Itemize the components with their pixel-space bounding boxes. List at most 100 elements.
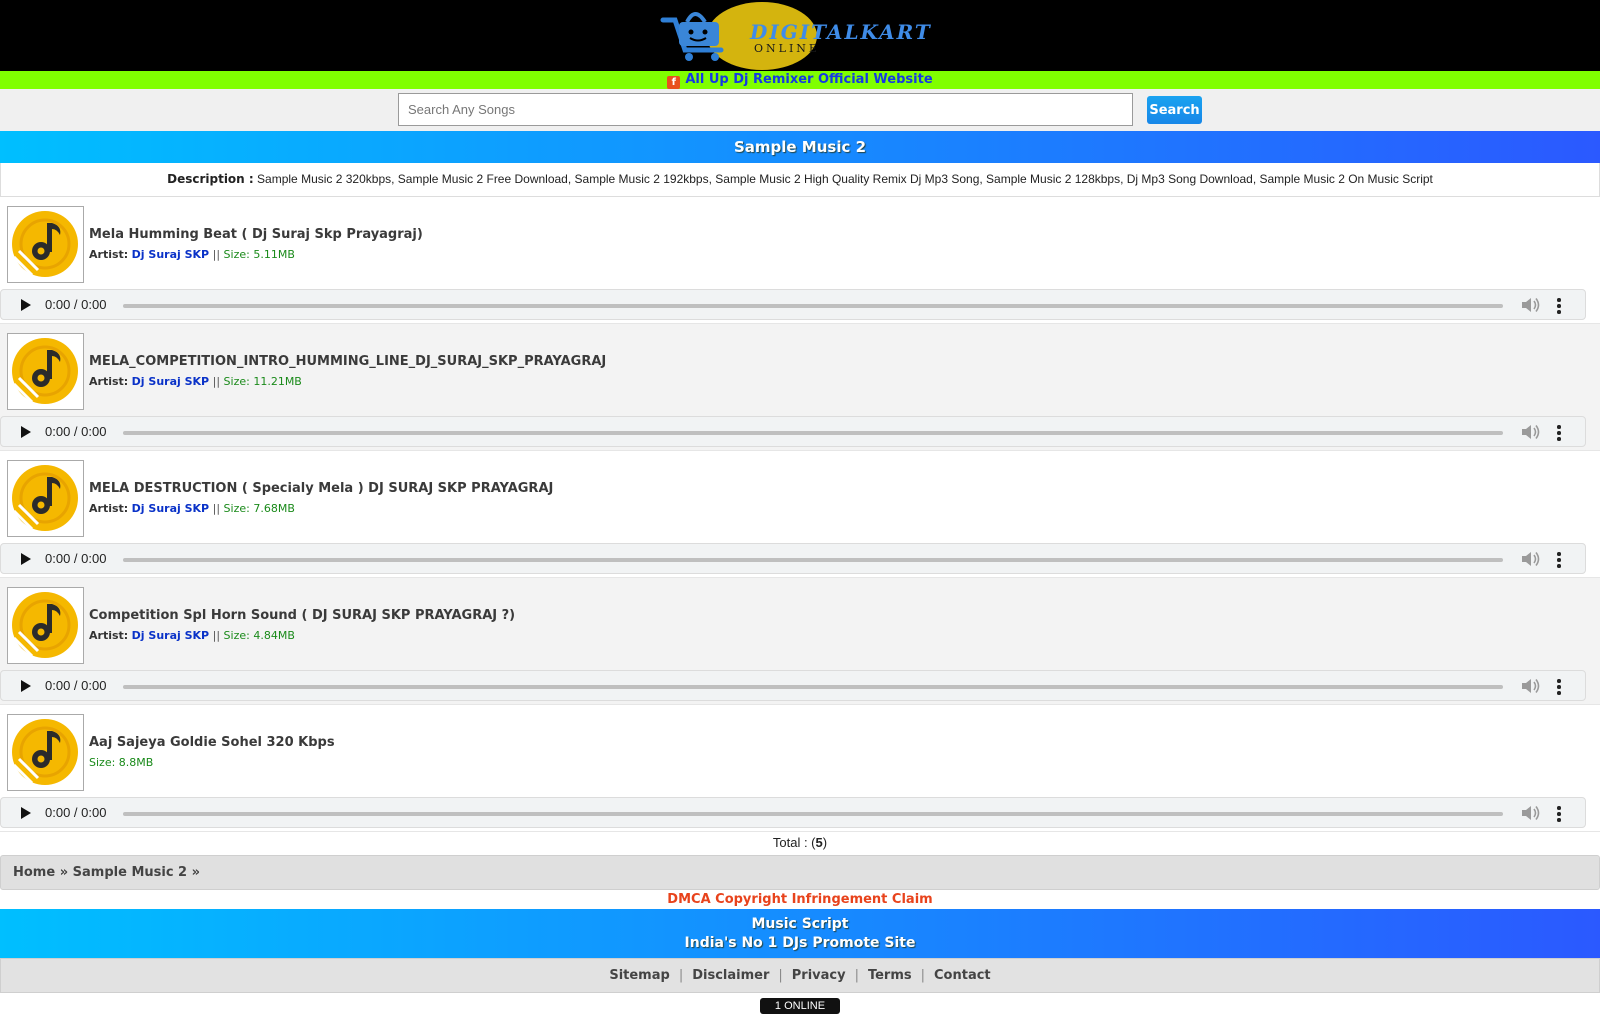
song-title[interactable]: Competition Spl Horn Sound ( DJ SURAJ SK…: [89, 608, 515, 623]
artist-link[interactable]: Dj Suraj SKP: [132, 629, 209, 642]
site-header: DIGITALKART ONLINE: [0, 0, 1600, 71]
volume-icon[interactable]: [1521, 805, 1541, 825]
footer-links: Sitemap | Disclaimer | Privacy | Terms | Contact: [0, 958, 1600, 993]
play-icon[interactable]: [21, 553, 31, 565]
music-note-disc-icon[interactable]: [7, 587, 84, 664]
music-note-disc-icon[interactable]: [7, 460, 84, 537]
player-progress-bar[interactable]: [123, 685, 1503, 689]
online-badge: 1 ONLINE: [759, 998, 841, 1014]
player-time: 0:00 / 0:00: [45, 424, 107, 439]
total-close: ): [822, 835, 828, 850]
music-note-disc-icon[interactable]: [7, 206, 84, 283]
song-item: Mela Humming Beat ( Dj Suraj Skp Prayagr…: [0, 197, 1600, 324]
promo-link[interactable]: All Up Dj Remixer Official Website: [685, 72, 932, 87]
artist-link[interactable]: Dj Suraj SKP: [132, 375, 209, 388]
player-time: 0:00 / 0:00: [45, 805, 107, 820]
site-logo[interactable]: DIGITALKART ONLINE: [657, 2, 947, 70]
file-size: Size: 5.11MB: [223, 248, 295, 261]
meta-separator: ||: [212, 502, 221, 515]
song-title[interactable]: MELA_COMPETITION_INTRO_HUMMING_LINE_DJ_S…: [89, 354, 606, 369]
file-size: Size: 4.84MB: [223, 629, 295, 642]
footer-link-sitemap[interactable]: Sitemap: [609, 968, 669, 983]
footer-brand-title: Music Script: [751, 916, 849, 932]
volume-icon[interactable]: [1521, 424, 1541, 444]
footer-link-disclaimer[interactable]: Disclaimer: [692, 968, 769, 983]
footer-link-contact[interactable]: Contact: [934, 968, 991, 983]
search-bar: Search: [0, 89, 1600, 131]
facebook-icon: f: [667, 76, 681, 89]
audio-player: 0:00 / 0:00: [0, 670, 1586, 701]
more-vert-icon[interactable]: [1557, 298, 1561, 316]
song-title[interactable]: MELA DESTRUCTION ( Specialy Mela ) DJ SU…: [89, 481, 553, 496]
artist-label: Artist:: [89, 629, 129, 642]
more-vert-icon[interactable]: [1557, 679, 1561, 697]
breadcrumb: Home » Sample Music 2 »: [0, 855, 1600, 890]
more-vert-icon[interactable]: [1557, 806, 1561, 824]
volume-icon[interactable]: [1521, 297, 1541, 317]
search-input[interactable]: [398, 93, 1133, 126]
music-note-disc-icon[interactable]: [7, 714, 84, 791]
song-item: Aaj Sajeya Goldie Sohel 320 Kbps Size: 8.…: [0, 705, 1600, 832]
play-icon[interactable]: [21, 426, 31, 438]
audio-player: 0:00 / 0:00: [0, 797, 1586, 828]
file-size: Size: 8.8MB: [89, 756, 154, 769]
audio-player: 0:00 / 0:00: [0, 289, 1586, 320]
song-meta: Size: 8.8MB: [89, 756, 153, 769]
logo-subtext: ONLINE: [754, 42, 820, 55]
total-count: Total : (5): [0, 832, 1600, 855]
meta-separator: ||: [212, 629, 221, 642]
music-note-disc-icon[interactable]: [7, 333, 84, 410]
total-number: 5: [815, 835, 823, 850]
dmca-notice: DMCA Copyright Infringement Claim: [0, 890, 1600, 909]
player-progress-bar[interactable]: [123, 812, 1503, 816]
player-time: 0:00 / 0:00: [45, 551, 107, 566]
promo-bar: f All Up Dj Remixer Official Website: [0, 71, 1600, 89]
song-meta: Artist: Dj Suraj SKP || Size: 5.11MB: [89, 248, 295, 261]
song-item: Competition Spl Horn Sound ( DJ SURAJ SK…: [0, 578, 1600, 705]
file-size: Size: 11.21MB: [223, 375, 302, 388]
player-time: 0:00 / 0:00: [45, 297, 107, 312]
volume-icon[interactable]: [1521, 678, 1541, 698]
artist-link[interactable]: Dj Suraj SKP: [132, 502, 209, 515]
song-list: Mela Humming Beat ( Dj Suraj Skp Prayagr…: [0, 197, 1600, 832]
volume-icon[interactable]: [1521, 551, 1541, 571]
song-meta: Artist: Dj Suraj SKP || Size: 7.68MB: [89, 502, 295, 515]
player-progress-bar[interactable]: [123, 558, 1503, 562]
song-title[interactable]: Mela Humming Beat ( Dj Suraj Skp Prayagr…: [89, 227, 423, 242]
more-vert-icon[interactable]: [1557, 425, 1561, 443]
search-button[interactable]: Search: [1147, 96, 1202, 124]
more-vert-icon[interactable]: [1557, 552, 1561, 570]
play-icon[interactable]: [21, 299, 31, 311]
breadcrumb-separator: »: [191, 865, 201, 880]
breadcrumb-separator: »: [59, 865, 69, 880]
play-icon[interactable]: [21, 680, 31, 692]
dmca-link[interactable]: DMCA Copyright Infringement Claim: [667, 892, 932, 907]
page-title: Sample Music 2: [0, 131, 1600, 163]
footer-link-separator: |: [854, 968, 859, 983]
player-progress-bar[interactable]: [123, 431, 1503, 435]
breadcrumb-home[interactable]: Home: [13, 865, 55, 880]
artist-label: Artist:: [89, 502, 129, 515]
song-title[interactable]: Aaj Sajeya Goldie Sohel 320 Kbps: [89, 735, 335, 750]
song-item: MELA_COMPETITION_INTRO_HUMMING_LINE_DJ_S…: [0, 324, 1600, 451]
footer-link-separator: |: [678, 968, 684, 983]
song-meta: Artist: Dj Suraj SKP || Size: 4.84MB: [89, 629, 295, 642]
player-progress-bar[interactable]: [123, 304, 1503, 308]
player-time: 0:00 / 0:00: [45, 678, 107, 693]
description: Description : Sample Music 2 320kbps, Sa…: [0, 163, 1600, 197]
footer-link-privacy[interactable]: Privacy: [792, 968, 846, 983]
song-meta: Artist: Dj Suraj SKP || Size: 11.21MB: [89, 375, 302, 388]
file-size: Size: 7.68MB: [223, 502, 295, 515]
audio-player: 0:00 / 0:00: [0, 416, 1586, 447]
footer-link-terms[interactable]: Terms: [868, 968, 912, 983]
song-item: MELA DESTRUCTION ( Specialy Mela ) DJ SU…: [0, 451, 1600, 578]
logo-text: DIGITALKART: [750, 20, 932, 44]
shopping-cart-icon: [660, 12, 724, 61]
breadcrumb-current[interactable]: Sample Music 2: [73, 865, 187, 880]
footer-brand-tagline: India's No 1 DJs Promote Site: [684, 935, 916, 951]
artist-label: Artist:: [89, 375, 129, 388]
description-label: Description :: [167, 172, 254, 186]
artist-link[interactable]: Dj Suraj SKP: [132, 248, 209, 261]
total-label: Total : (: [772, 835, 816, 850]
play-icon[interactable]: [21, 807, 31, 819]
